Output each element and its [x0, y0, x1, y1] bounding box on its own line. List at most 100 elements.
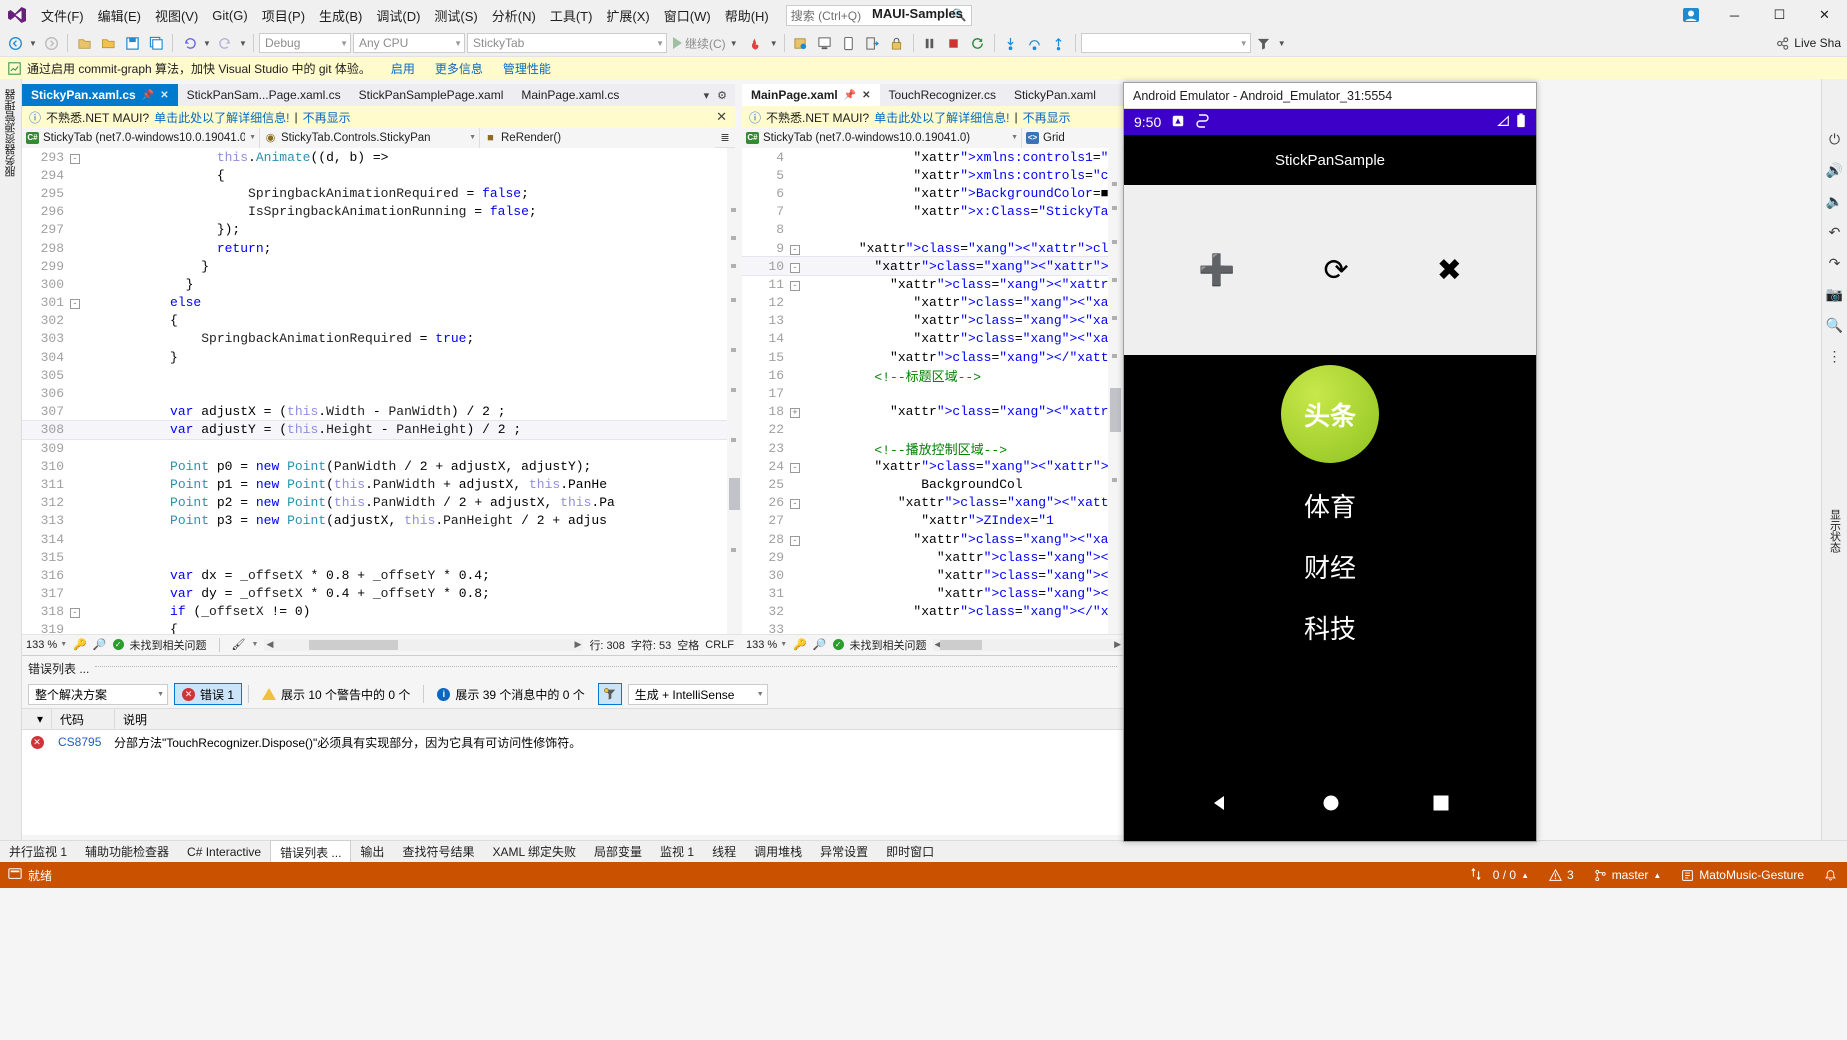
bottom-tab-watch[interactable]: 监视 1: [651, 840, 703, 863]
maui-details-link[interactable]: 单击此处以了解详细信息!: [874, 109, 1009, 126]
warnings-filter-button[interactable]: 展示 10 个警告中的 0 个: [255, 683, 417, 705]
code-line[interactable]: 18 + "xattr">class="xang"><"xattr">class=…: [742, 403, 1108, 421]
code-line[interactable]: 299 }: [22, 257, 727, 275]
code-line[interactable]: 304 }: [22, 348, 727, 366]
chevron-down-icon[interactable]: ▼: [450, 39, 462, 48]
code-line[interactable]: 26- "xattr">class="xang"><"xattr">class=…: [742, 494, 1108, 512]
left-dock-strip[interactable]: 服务器资源管理器: [0, 79, 22, 840]
left-editor-horizontal-scrollbar[interactable]: ◀ ▶: [264, 638, 584, 651]
code-line[interactable]: 313 Point p3 = new Point(adjustX, this.P…: [22, 512, 727, 530]
bottom-tab-output[interactable]: 输出: [351, 840, 393, 863]
undo-icon[interactable]: [178, 32, 200, 54]
code-line[interactable]: 294 {: [22, 166, 727, 184]
close-icon[interactable]: ✕: [160, 90, 168, 101]
chevron-down-icon[interactable]: ▼: [729, 39, 739, 48]
fold-margin[interactable]: -: [70, 604, 92, 619]
code-line[interactable]: 31 "xattr">class="xang"><"xattr">class="…: [742, 585, 1108, 603]
rotate-right-icon[interactable]: ↷: [1829, 255, 1841, 272]
git-more-info-link[interactable]: 更多信息: [435, 60, 483, 77]
refresh-icon[interactable]: ⟳: [1324, 253, 1349, 288]
lock-icon[interactable]: [886, 32, 908, 54]
fold-margin[interactable]: -: [790, 259, 812, 274]
annotation-icon[interactable]: 🔑: [73, 638, 87, 651]
code-line[interactable]: 7 "xattr">x:Class="StickyTab: [742, 203, 1108, 221]
code-line[interactable]: 17: [742, 384, 1108, 402]
maui-dismiss-link[interactable]: 不再显示: [303, 109, 351, 126]
code-line[interactable]: 301- else: [22, 294, 727, 312]
fold-margin[interactable]: -: [70, 150, 92, 165]
close-button[interactable]: ✕: [1802, 0, 1847, 30]
close-icon[interactable]: ✖: [1437, 253, 1462, 288]
code-line[interactable]: 16 <!--标题区域-->: [742, 366, 1108, 385]
debug-target-icon[interactable]: [814, 32, 836, 54]
source-control-changes[interactable]: 0 / 0 ▲: [1483, 862, 1539, 888]
tab-stickypan-xaml[interactable]: StickyPan.xaml: [1004, 84, 1105, 106]
code-line[interactable]: 317 var dy = _offsetX * 0.4 + _offsetY *…: [22, 585, 727, 603]
volume-up-icon[interactable]: 🔊: [1826, 162, 1843, 179]
code-line[interactable]: 293- this.Animate((d, b) =>: [22, 148, 727, 166]
source-control-summary-icon[interactable]: [1469, 867, 1483, 884]
restart-icon[interactable]: [967, 32, 989, 54]
bottom-tab-find-symbol-results[interactable]: 查找符号结果: [393, 840, 483, 863]
home-icon[interactable]: [1321, 793, 1341, 816]
chevron-down-icon[interactable]: ▼: [757, 691, 764, 698]
bottom-tab-error-list[interactable]: 错误列表 ...: [270, 839, 352, 864]
project-select[interactable]: C# StickyTab (net7.0-windows10.0.19041.0…: [22, 127, 260, 148]
code-line[interactable]: 23 <!--播放控制区域-->: [742, 439, 1108, 458]
navigate-forward-icon[interactable]: [40, 32, 62, 54]
startup-project-select[interactable]: StickyTab ▼: [467, 33, 667, 53]
code-line[interactable]: 306: [22, 384, 727, 402]
bottom-tab-immediate-window[interactable]: 即时窗口: [877, 840, 943, 863]
code-line[interactable]: 27 "xattr">ZIndex="1: [742, 512, 1108, 530]
fold-margin[interactable]: +: [790, 404, 812, 419]
maui-dismiss-link[interactable]: 不再显示: [1023, 109, 1071, 126]
tab-mainpage-xaml[interactable]: MainPage.xaml 📌 ✕: [742, 84, 880, 106]
build-filter-select[interactable]: 生成 + IntelliSense ▼: [627, 683, 768, 705]
step-icon[interactable]: [790, 32, 812, 54]
screenshot-icon[interactable]: 📷: [1826, 286, 1843, 303]
menu-analyze[interactable]: 分析(N): [485, 2, 543, 29]
code-line[interactable]: 297 });: [22, 221, 727, 239]
element-select[interactable]: <> Grid: [1022, 127, 1122, 148]
split-editor-icon[interactable]: ≣: [715, 131, 735, 144]
sticky-pan-bubble[interactable]: 头条: [1281, 365, 1379, 463]
server-explorer-tab-label[interactable]: 服务器资源管理器: [3, 89, 19, 183]
menu-extensions[interactable]: 扩展(X): [599, 2, 656, 29]
list-item[interactable]: 体育: [1304, 487, 1356, 524]
code-line[interactable]: 25 BackgroundCol: [742, 475, 1108, 493]
step-over-icon[interactable]: [1024, 32, 1046, 54]
code-line[interactable]: 316 var dx = _offsetX * 0.8 + _offsetY *…: [22, 566, 727, 584]
open-file-icon[interactable]: [97, 32, 119, 54]
undo-caret-icon[interactable]: ▼: [202, 39, 212, 48]
code-line[interactable]: 4 "xattr">xmlns:controls1="c: [742, 148, 1108, 166]
power-icon[interactable]: ⏻: [1829, 131, 1840, 148]
code-line[interactable]: 300 }: [22, 275, 727, 293]
zoom-level-select[interactable]: 133 % ▼: [26, 639, 67, 651]
save-icon[interactable]: [121, 32, 143, 54]
code-line[interactable]: 309: [22, 439, 727, 457]
show-status-label[interactable]: 显示状态: [1827, 509, 1843, 553]
project-select[interactable]: C# StickyTab (net7.0-windows10.0.19041.0…: [742, 127, 1022, 148]
code-line[interactable]: 295 SpringbackAnimationRequired = false;: [22, 184, 727, 202]
annotation-icon[interactable]: 🔑: [793, 638, 807, 651]
account-icon[interactable]: [1678, 2, 1704, 28]
back-icon[interactable]: [1210, 793, 1230, 816]
bottom-tab-threads[interactable]: 线程: [703, 840, 745, 863]
navigate-backward-icon[interactable]: [4, 32, 26, 54]
rotate-left-icon[interactable]: ↶: [1829, 224, 1841, 241]
code-line[interactable]: 5 "xattr">xmlns:controls="cl: [742, 166, 1108, 184]
gear-icon[interactable]: ⚙: [717, 89, 727, 102]
fold-margin[interactable]: -: [70, 295, 92, 310]
recents-icon[interactable]: [1432, 794, 1450, 815]
fold-margin[interactable]: -: [790, 277, 812, 292]
right-code-editor[interactable]: 4 "xattr">xmlns:controls1="c5 "xattr">xm…: [742, 148, 1108, 638]
list-item[interactable]: 财经: [1304, 548, 1356, 585]
tab-stickypan-xaml-cs[interactable]: StickyPan.xaml.cs 📌 ✕: [22, 84, 178, 106]
code-line[interactable]: 13 "xattr">class="xang"><"xattr">class="…: [742, 312, 1108, 330]
bottom-tab-parallel-watch[interactable]: 并行监视 1: [0, 840, 76, 863]
messages-filter-button[interactable]: i 展示 39 个消息中的 0 个: [430, 683, 591, 705]
zoom-icon[interactable]: 🔍: [1826, 317, 1843, 334]
menu-project[interactable]: 项目(P): [255, 2, 312, 29]
list-item[interactable]: 科技: [1304, 609, 1356, 646]
code-line[interactable]: 32 "xattr">class="xang"></"xattr">class=…: [742, 603, 1108, 621]
